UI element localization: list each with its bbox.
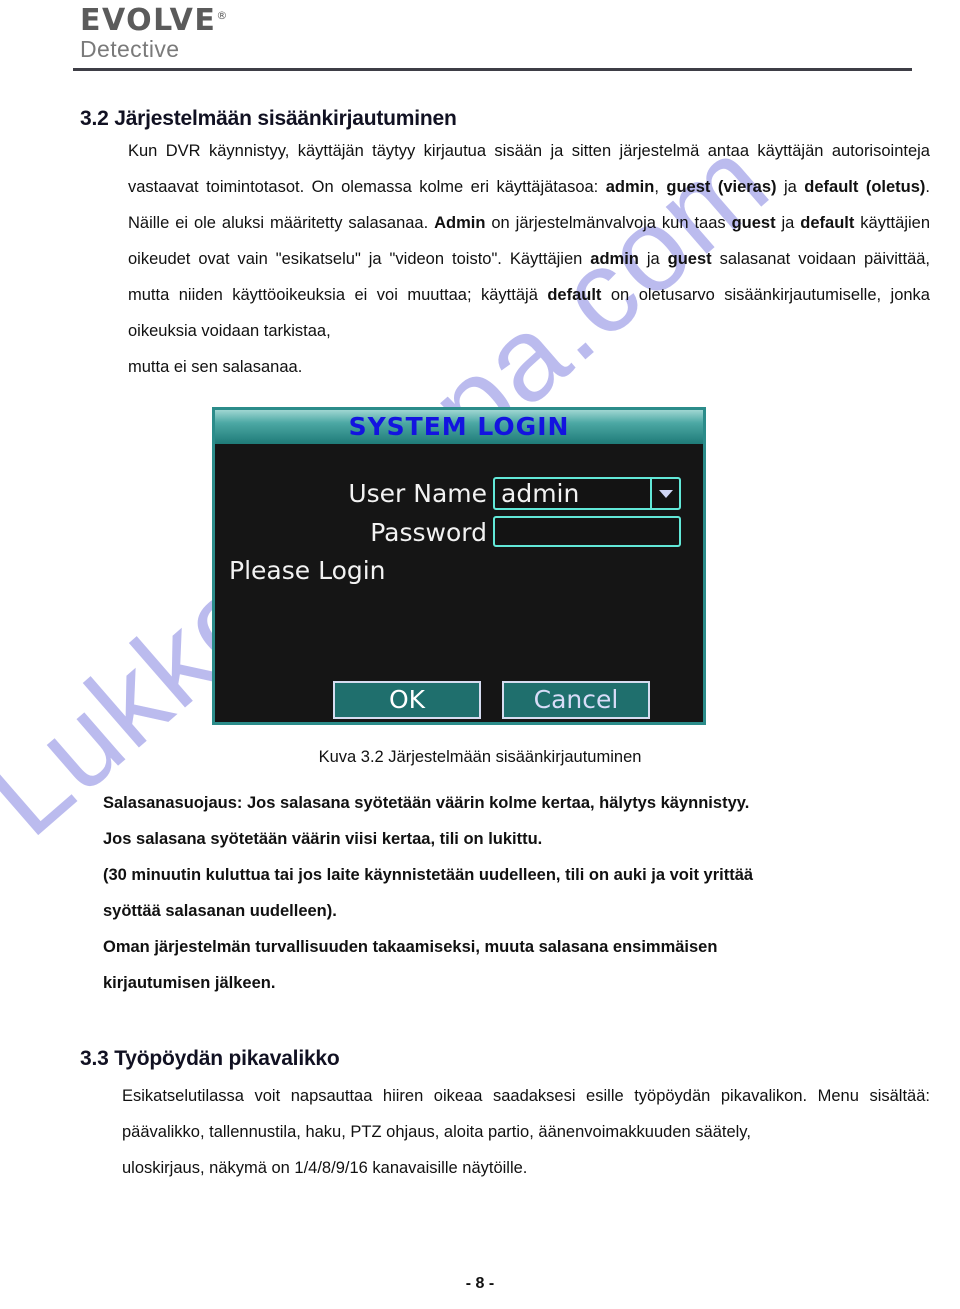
intro-sep-1: ,: [654, 178, 667, 196]
section-heading-3-3: 3.3 Työpöydän pikavalikko: [80, 1047, 340, 1071]
desktop-line-3: uloskirjaus, näkymä on 1/4/8/9/16 kanava…: [122, 1159, 528, 1177]
brand-name-text: EVOLVE: [80, 3, 217, 38]
login-status-text: Please Login: [229, 556, 386, 585]
user-role-guest: guest: [666, 178, 711, 196]
intro-line-3f: on: [485, 214, 510, 232]
user-role-admin-2: Admin: [434, 214, 486, 232]
username-value: admin: [501, 479, 580, 508]
user-role-default-2: default: [800, 214, 855, 232]
intro-sep-3: ja: [775, 214, 801, 232]
user-role-guest-2: guest: [731, 214, 776, 232]
user-role-admin-3: admin: [590, 250, 639, 268]
warning-line-2: Jos salasana syötetään väärin viisi kert…: [103, 830, 543, 848]
user-role-default: default (oletus): [804, 178, 926, 196]
intro-line-6a: muuttaa; käyttäjä: [407, 286, 548, 304]
header-divider: [73, 68, 912, 71]
chevron-down-icon[interactable]: [650, 479, 679, 508]
password-protection-paragraph: Salasanasuojaus: Jos salasana syötetään …: [103, 785, 829, 1001]
warning-line-4: syöttää salasanan uudelleen).: [103, 902, 337, 920]
desktop-line-1: Esikatselutilassa voit napsauttaa hiiren…: [122, 1087, 859, 1105]
user-role-guest-3: guest: [667, 250, 712, 268]
intro-sep-4: ja: [638, 250, 668, 268]
warning-line-6: kirjautumisen jälkeen.: [103, 974, 276, 992]
intro-sep-2: ja: [776, 178, 805, 196]
intro-line-7: mutta ei sen salasanaa.: [128, 358, 303, 376]
user-role-vieras: (vieras): [717, 178, 777, 196]
registered-trademark-icon: ®: [216, 9, 229, 22]
desktop-menu-paragraph: Esikatselutilassa voit napsauttaa hiiren…: [122, 1078, 930, 1186]
password-label: Password: [370, 518, 487, 547]
warning-line-1: Salasanasuojaus: Jos salasana syötetään …: [103, 794, 750, 812]
warning-line-5: Oman järjestelmän turvallisuuden takaami…: [103, 938, 718, 956]
system-login-dialog-figure: SYSTEM LOGIN User Name admin Password Pl…: [212, 407, 706, 725]
password-row: Password: [215, 516, 487, 549]
intro-line-4a: järjestelmänvalvoja kun taas: [515, 214, 732, 232]
intro-line-5a: toisto". Käyttäjien: [452, 250, 591, 268]
dialog-title: SYSTEM LOGIN: [348, 412, 570, 441]
username-select[interactable]: admin: [493, 477, 681, 510]
dialog-body: User Name admin Password Please Login OK…: [215, 444, 703, 722]
dialog-titlebar: SYSTEM LOGIN: [215, 410, 703, 444]
page-header: EVOLVE® Detective: [0, 0, 960, 71]
intro-line-1: Kun DVR käynnistyy, käyttäjän täytyy kir…: [128, 142, 824, 160]
user-role-default-3: default: [547, 286, 602, 304]
password-input[interactable]: [493, 516, 681, 547]
intro-paragraph: Kun DVR käynnistyy, käyttäjän täytyy kir…: [128, 133, 930, 385]
ok-button[interactable]: OK: [333, 681, 481, 719]
username-label: User Name: [348, 479, 487, 508]
cancel-button[interactable]: Cancel: [502, 681, 650, 719]
section-heading-3-2: 3.2 Järjestelmään sisäänkirjautuminen: [80, 107, 457, 131]
product-name: Detective: [80, 36, 180, 62]
user-role-admin: admin: [605, 178, 655, 196]
warning-line-3: (30 minuutin kuluttua tai jos laite käyn…: [103, 866, 754, 884]
page-number: - 8 -: [465, 1275, 495, 1292]
username-row: User Name: [215, 477, 487, 510]
brand-name: EVOLVE®: [80, 6, 229, 36]
brand-logo: EVOLVE® Detective: [80, 6, 229, 62]
figure-caption: Kuva 3.2 Järjestelmään sisäänkirjautumin…: [318, 748, 642, 766]
